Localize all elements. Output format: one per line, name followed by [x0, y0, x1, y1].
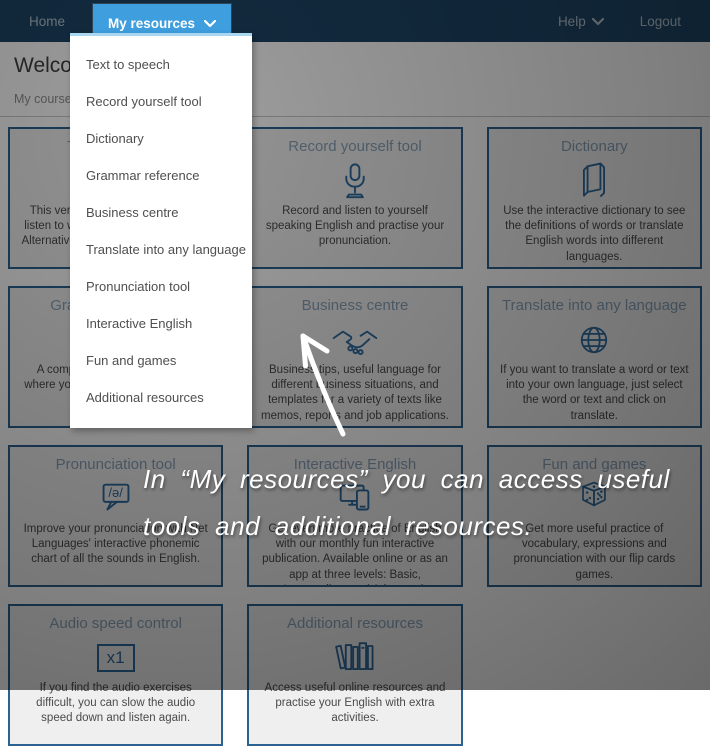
- handshake-icon: [259, 317, 450, 363]
- card-fun-and-games[interactable]: Fun and games Get more useful practice o…: [487, 445, 702, 587]
- card-description: If you want to translate a word or text …: [499, 363, 690, 424]
- devices-icon: [259, 476, 450, 522]
- nav-home[interactable]: Home: [25, 0, 69, 42]
- card-title: Translate into any language: [499, 297, 690, 314]
- card-description: Improve your pronunciation with Net Lang…: [20, 522, 211, 568]
- card-description: Record and listen to yourself speaking E…: [259, 204, 450, 250]
- card-description: Get more useful practice of vocabulary, …: [499, 522, 690, 583]
- card-title: Interactive English: [259, 456, 450, 473]
- card-title: Additional resources: [259, 615, 450, 632]
- nav-help[interactable]: Help: [554, 14, 608, 29]
- tab-my-courses[interactable]: My courses: [14, 92, 78, 106]
- dropdown-item-additional-resources[interactable]: Additional resources: [70, 379, 252, 416]
- nav-home-label: Home: [29, 14, 65, 29]
- card-record-yourself-tool[interactable]: Record yourself tool Record and listen t…: [247, 127, 462, 269]
- card-additional-resources[interactable]: Additional resources Access useful onlin…: [247, 604, 462, 746]
- dropdown-item-pronunciation-tool[interactable]: Pronunciation tool: [70, 268, 252, 305]
- nav-my-resources-label: My resources: [108, 16, 195, 31]
- card-title: Audio speed control: [20, 615, 211, 632]
- chevron-down-icon: [204, 16, 216, 31]
- dropdown-item-business-centre[interactable]: Business centre: [70, 194, 252, 231]
- card-title: Pronunciation tool: [20, 456, 211, 473]
- dropdown-item-dictionary[interactable]: Dictionary: [70, 120, 252, 157]
- phoneme-bubble-icon: /ə/: [20, 476, 211, 522]
- empty-grid-cell: [487, 604, 702, 746]
- microphone-icon: [259, 158, 450, 204]
- dropdown-item-fun-and-games[interactable]: Fun and games: [70, 342, 252, 379]
- card-title: Business centre: [259, 297, 450, 314]
- card-description: If you find the audio exercises difficul…: [20, 681, 211, 727]
- nav-logout-label: Logout: [640, 14, 681, 29]
- card-title: Record yourself tool: [259, 138, 450, 155]
- card-translate-any-language[interactable]: Translate into any language If you want …: [487, 286, 702, 428]
- card-title: Fun and games: [499, 456, 690, 473]
- globe-icon: [499, 317, 690, 363]
- card-description: Use the interactive dictionary to see th…: [499, 204, 690, 265]
- nav-spacer: [231, 0, 554, 42]
- dropdown-item-translate-into-any-language[interactable]: Translate into any language: [70, 231, 252, 268]
- card-dictionary[interactable]: Dictionary Use the interactive dictionar…: [487, 127, 702, 269]
- dice-icon: [499, 476, 690, 522]
- card-audio-speed-control[interactable]: Audio speed control x1 If you find the a…: [8, 604, 223, 746]
- phoneme-label: /ə/: [108, 485, 122, 500]
- book-icon: [499, 158, 690, 204]
- card-description: Get even more practice of English with o…: [259, 522, 450, 587]
- x1-icon: x1: [20, 635, 211, 681]
- chevron-down-icon: [592, 14, 604, 29]
- my-resources-dropdown: Text to speech Record yourself tool Dict…: [70, 33, 252, 428]
- nav-help-label: Help: [558, 14, 586, 29]
- card-interactive-english[interactable]: Interactive English Get even more practi…: [247, 445, 462, 587]
- dropdown-item-interactive-english[interactable]: Interactive English: [70, 305, 252, 342]
- dropdown-item-record-yourself-tool[interactable]: Record yourself tool: [70, 83, 252, 120]
- card-title: Dictionary: [499, 138, 690, 155]
- card-business-centre[interactable]: Business centre Business tips, useful la…: [247, 286, 462, 428]
- dropdown-item-grammar-reference[interactable]: Grammar reference: [70, 157, 252, 194]
- dropdown-item-text-to-speech[interactable]: Text to speech: [70, 46, 252, 83]
- card-description: Business tips, useful language for diffe…: [259, 363, 450, 424]
- x1-label: x1: [97, 644, 135, 672]
- card-pronunciation-tool[interactable]: Pronunciation tool /ə/ Improve your pron…: [8, 445, 223, 587]
- bookshelf-icon: [259, 635, 450, 681]
- card-description: Access useful online resources and pract…: [259, 681, 450, 727]
- nav-logout[interactable]: Logout: [636, 14, 685, 29]
